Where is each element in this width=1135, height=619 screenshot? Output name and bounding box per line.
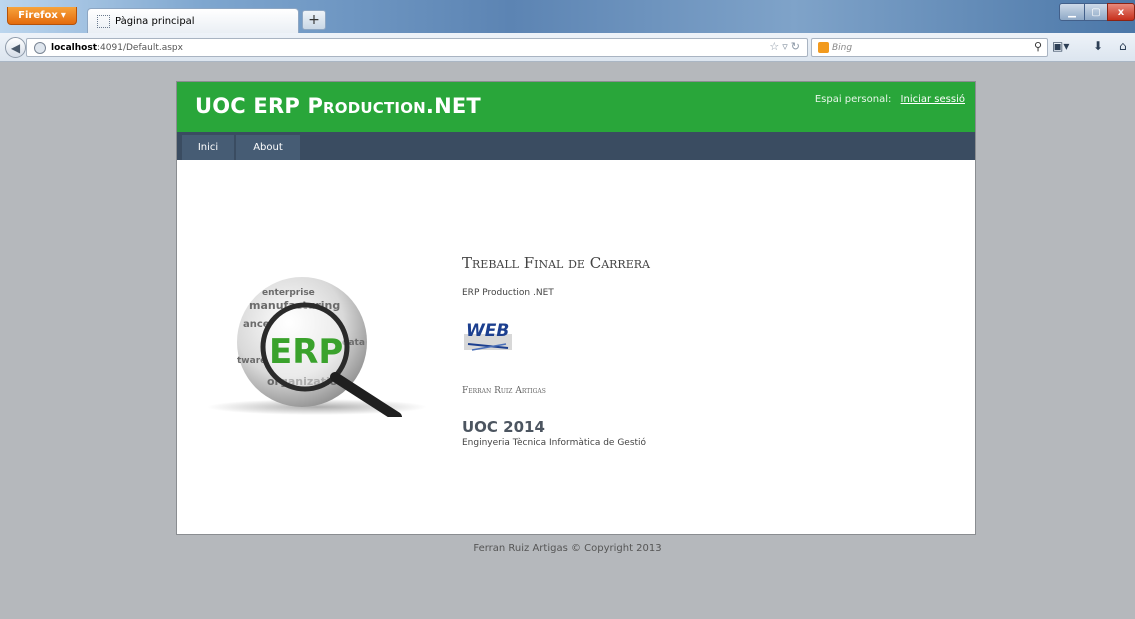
close-icon: x	[1117, 6, 1125, 18]
maximize-window-button[interactable]: ▢	[1084, 3, 1108, 21]
back-button[interactable]: ◀	[5, 37, 26, 58]
page-favicon-icon	[97, 15, 110, 28]
content-subtitle: ERP Production .NET	[462, 288, 554, 298]
university-year: UOC 2014	[462, 418, 545, 436]
site-menu: Inici About	[177, 132, 975, 160]
page-container: UOC ERP Production.NET Espai personal: I…	[176, 81, 976, 535]
reload-icon[interactable]: ↻	[791, 40, 803, 53]
close-window-button[interactable]: x	[1107, 3, 1135, 21]
menu-item-about[interactable]: About	[236, 135, 300, 160]
page-footer: Ferran Ruiz Artigas © Copyright 2013	[473, 543, 662, 554]
firefox-menu-button[interactable]: Firefox ▾	[7, 7, 77, 25]
tab-title: Pàgina principal	[115, 16, 195, 27]
content-title: Treball Final de Carrera	[462, 254, 650, 272]
erp-magnifier-illustration: enterprise manufacturing ance data tware…	[207, 277, 427, 417]
search-magnifier-icon[interactable]: ⚲	[1034, 40, 1042, 53]
maximize-icon: ▢	[1091, 6, 1101, 18]
degree-name: Enginyeria Tècnica Informàtica de Gestió	[462, 438, 647, 448]
author-name: Ferran Ruiz Artigas	[462, 386, 546, 396]
url-host: localhost	[51, 42, 98, 53]
minimize-icon: ▁	[1068, 6, 1076, 18]
home-icon[interactable]: ⌂	[1119, 39, 1127, 53]
url-bar-actions[interactable]: ☆▿↻	[769, 40, 803, 53]
url-path: :4091/Default.aspx	[97, 42, 183, 53]
search-bar[interactable]: Bing ⚲	[811, 38, 1048, 57]
login-prompt: Espai personal:	[814, 94, 892, 105]
search-placeholder: Bing	[832, 42, 853, 53]
search-engine-icon[interactable]	[818, 42, 829, 53]
bookmarks-menu-icon[interactable]: ▣▾	[1052, 39, 1069, 53]
new-tab-button[interactable]: +	[302, 10, 326, 30]
browser-titlebar: Firefox ▾ Pàgina principal + ▁ ▢ x	[0, 0, 1135, 34]
minimize-window-button[interactable]: ▁	[1059, 3, 1085, 21]
bookmark-star-icon[interactable]: ☆	[769, 40, 782, 53]
login-area: Espai personal: Iniciar sessió	[815, 94, 965, 105]
login-link[interactable]: Iniciar sessió	[901, 94, 965, 105]
browser-tab[interactable]: Pàgina principal	[87, 8, 299, 34]
chevron-down-icon: ▾	[60, 10, 66, 21]
url-bar[interactable]: localhost :4091/Default.aspx ☆▿↻	[26, 38, 808, 57]
history-dropdown-icon[interactable]: ▿	[782, 40, 791, 53]
web-logo-image: WEB	[464, 321, 512, 351]
menu-item-home[interactable]: Inici	[182, 135, 234, 160]
main-content: Treball Final de Carrera ERP Production …	[462, 254, 942, 448]
web-logo-text: WEB	[466, 321, 509, 341]
firefox-menu-label: Firefox	[18, 10, 58, 21]
site-identity-icon	[34, 41, 46, 54]
site-title: UOC ERP Production.NET	[195, 94, 481, 118]
site-header: UOC ERP Production.NET Espai personal: I…	[177, 82, 975, 132]
erp-logo-text: ERP	[269, 332, 343, 372]
browser-navbar: ◀ localhost :4091/Default.aspx ☆▿↻ Bing …	[0, 33, 1135, 62]
plus-icon: +	[308, 12, 320, 28]
downloads-icon[interactable]: ⬇	[1093, 39, 1103, 53]
back-arrow-icon: ◀	[10, 40, 21, 55]
svg-text:enterprise: enterprise	[262, 288, 315, 298]
